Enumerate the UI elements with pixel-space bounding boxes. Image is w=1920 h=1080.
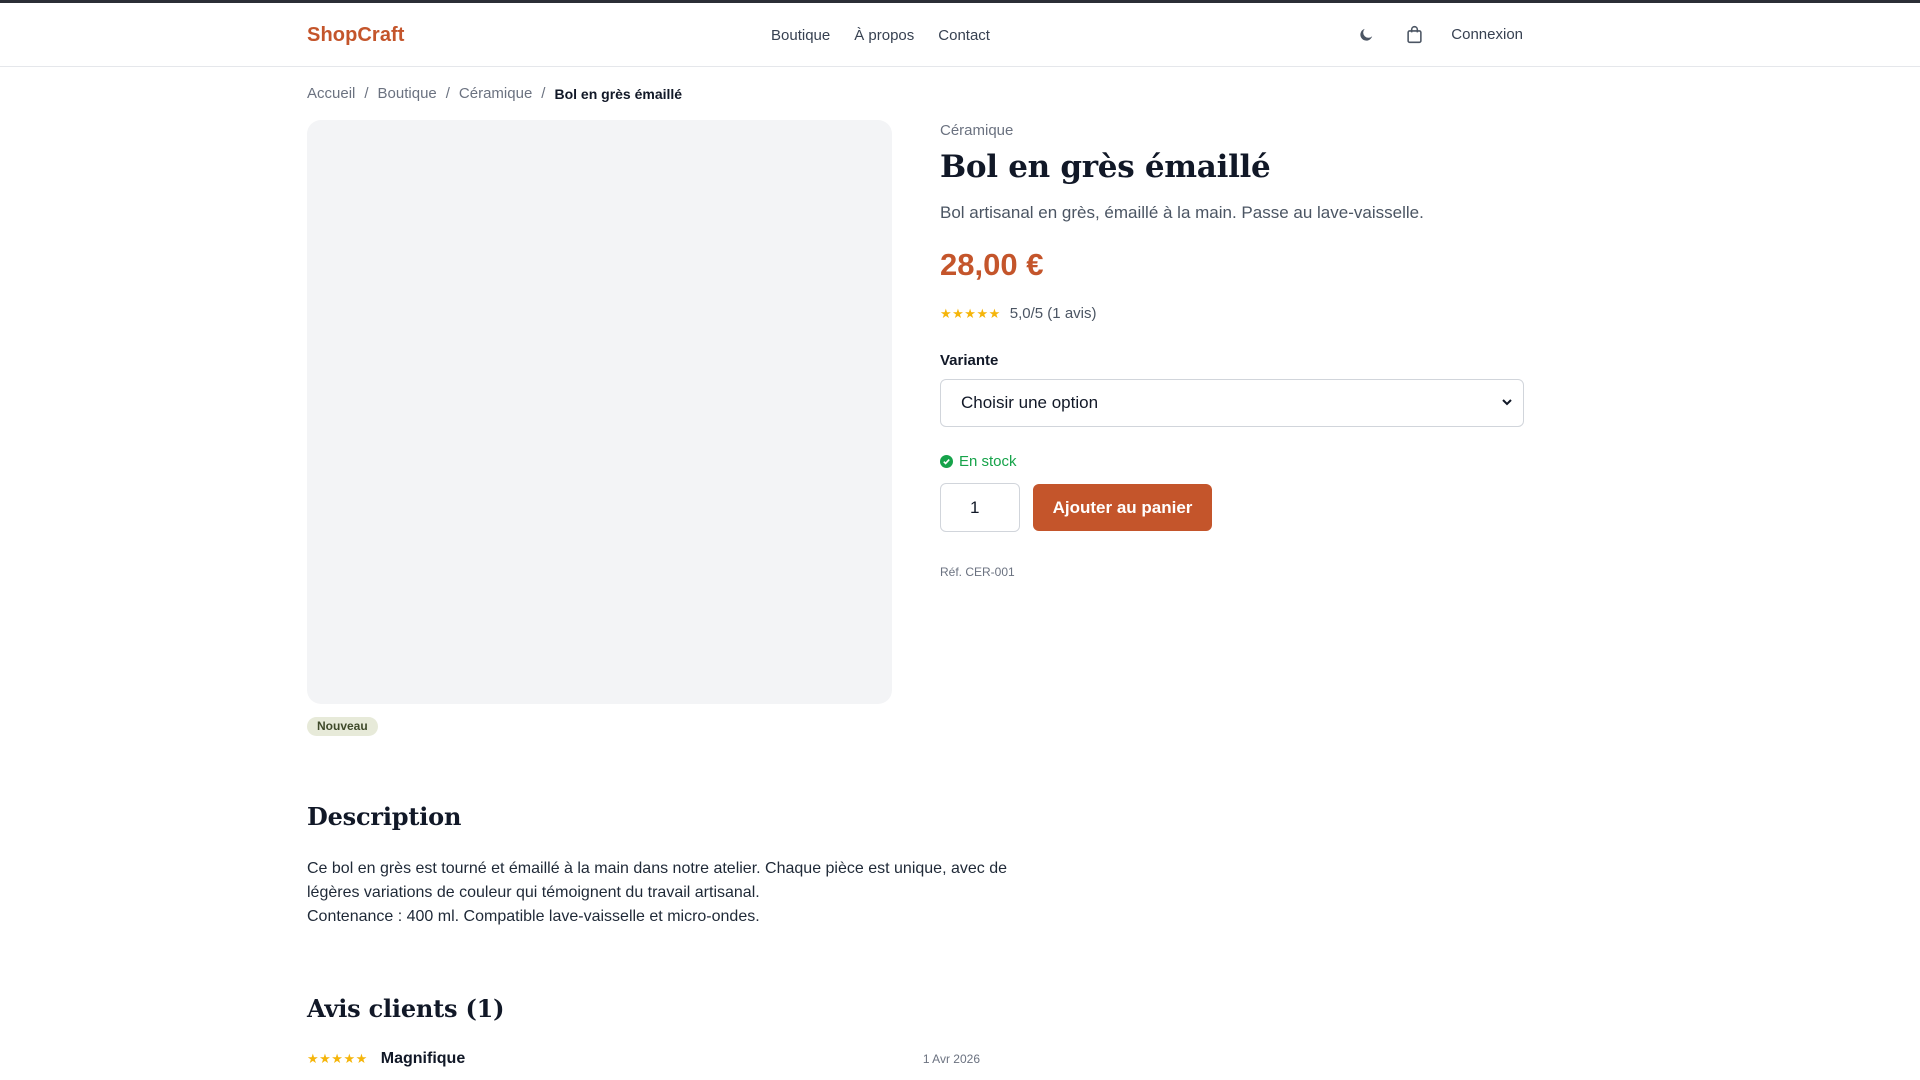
variant-select[interactable]: Choisir une option <box>940 379 1524 427</box>
product-short-description: Bol artisanal en grès, émaillé à la main… <box>940 203 1424 222</box>
breadcrumb-separator: / <box>364 85 369 102</box>
nav-link-boutique[interactable]: Boutique <box>771 27 830 44</box>
breadcrumb-separator: / <box>445 85 450 102</box>
product-sku: Réf. CER-001 <box>940 565 1015 579</box>
chevron-down-icon <box>1501 393 1513 413</box>
rating-text: 5,0/5 (1 avis) <box>1009 305 1097 322</box>
product-category: Céramique <box>940 122 1014 139</box>
nav-link-contact[interactable]: Contact <box>938 27 990 44</box>
check-circle-icon <box>940 455 953 468</box>
brand-logo[interactable]: ShopCraft <box>307 24 405 47</box>
review-item: ★★★★★ Magnifique 1 Avr 2026 <box>307 1050 980 1068</box>
login-link[interactable]: Connexion <box>1451 26 1523 43</box>
review-stars: ★★★★★ <box>307 1051 368 1066</box>
product-image-placeholder[interactable] <box>307 120 892 704</box>
stock-status: En stock <box>940 453 1524 470</box>
description-line: légères variations de couleur qui témoig… <box>307 884 760 901</box>
breadcrumb-accueil[interactable]: Accueil <box>307 85 355 102</box>
review-title: Magnifique <box>380 1050 466 1067</box>
description-line: Ce bol en grès est tourné et émaillé à l… <box>307 860 1007 877</box>
quantity-input[interactable]: 1 <box>940 483 1020 532</box>
product-title: Bol en grès émaillé <box>940 149 1271 185</box>
nav-link-a-propos[interactable]: À propos <box>854 27 914 44</box>
main-nav: Boutique À propos Contact <box>771 27 990 44</box>
variant-label: Variante <box>940 352 999 369</box>
product-price: 28,00 € <box>940 247 1044 282</box>
site-header: ShopCraft Boutique À propos Contact Conn… <box>0 3 1920 67</box>
description-body: Ce bol en grès est tourné et émaillé à l… <box>307 857 1067 929</box>
product-info: Céramique Bol en grès émaillé Bol artisa… <box>940 122 1524 579</box>
breadcrumb-current: Bol en grès émaillé <box>554 85 683 102</box>
breadcrumb: Accueil / Boutique / Céramique / Bol en … <box>307 85 682 102</box>
breadcrumb-separator: / <box>541 85 546 102</box>
variant-select-value: Choisir une option <box>961 393 1099 412</box>
add-to-cart-button[interactable]: Ajouter au panier <box>1033 484 1212 531</box>
description-line: Contenance : 400 ml. Compatible lave-vai… <box>307 908 760 925</box>
moon-icon[interactable] <box>1355 23 1377 45</box>
shopping-bag-icon[interactable] <box>1403 23 1425 45</box>
rating-summary: ★★★★★ 5,0/5 (1 avis) <box>940 305 1524 322</box>
breadcrumb-boutique[interactable]: Boutique <box>378 85 437 102</box>
breadcrumb-ceramique[interactable]: Céramique <box>459 85 532 102</box>
description-title: Description <box>307 802 462 831</box>
reviews-title: Avis clients (1) <box>307 994 505 1023</box>
stock-text: En stock <box>959 453 1017 470</box>
header-actions: Connexion <box>1355 23 1523 45</box>
rating-stars: ★★★★★ <box>940 305 1001 321</box>
review-date: 1 Avr 2026 <box>922 1052 980 1066</box>
new-badge: Nouveau <box>307 717 378 736</box>
buy-row: 1 Ajouter au panier <box>940 483 1524 532</box>
